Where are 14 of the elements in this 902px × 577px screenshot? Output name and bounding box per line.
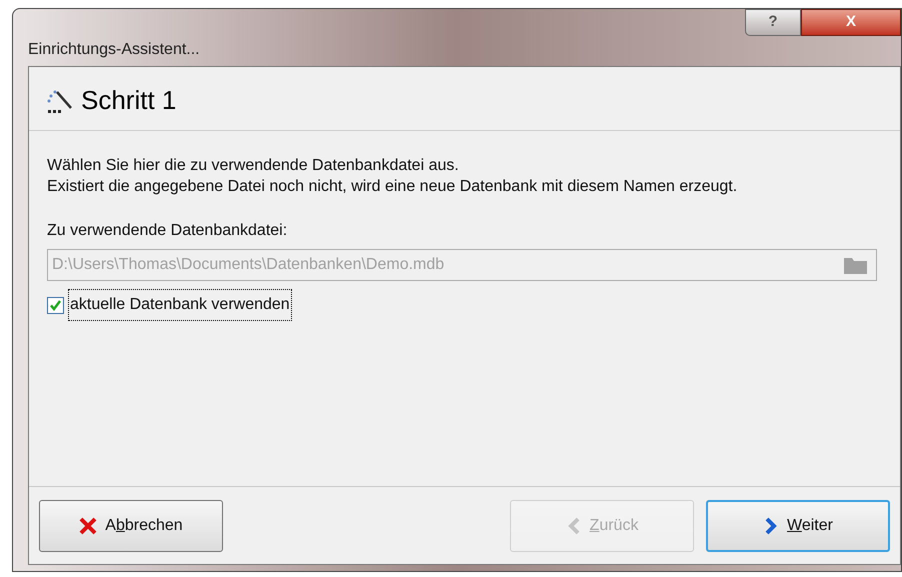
close-button[interactable]: X (801, 9, 901, 36)
step-title: Schritt 1 (81, 84, 176, 117)
checkbox[interactable] (47, 296, 64, 314)
chevron-left-icon (566, 516, 582, 534)
chevron-right-icon (763, 516, 780, 534)
field-label: Zu verwendende Datenbankdatei: (47, 221, 288, 241)
next-button[interactable]: Weiter (706, 500, 890, 552)
checkbox-label[interactable]: aktuelle Datenbank verwenden (68, 289, 292, 321)
help-button[interactable]: ? (745, 9, 801, 36)
description-text: Wählen Sie hier die zu verwendende Datenbankdatei aus. (47, 156, 460, 176)
close-icon (79, 516, 98, 534)
cancel-button[interactable]: Abbrechen (39, 500, 223, 552)
window-title: Einrichtungs-Assistent... (28, 40, 200, 60)
description-text: Existiert die angegebene Datei noch nicht, wird eine neue Datenbank mit diesem Namen erzeugt. (47, 177, 738, 197)
